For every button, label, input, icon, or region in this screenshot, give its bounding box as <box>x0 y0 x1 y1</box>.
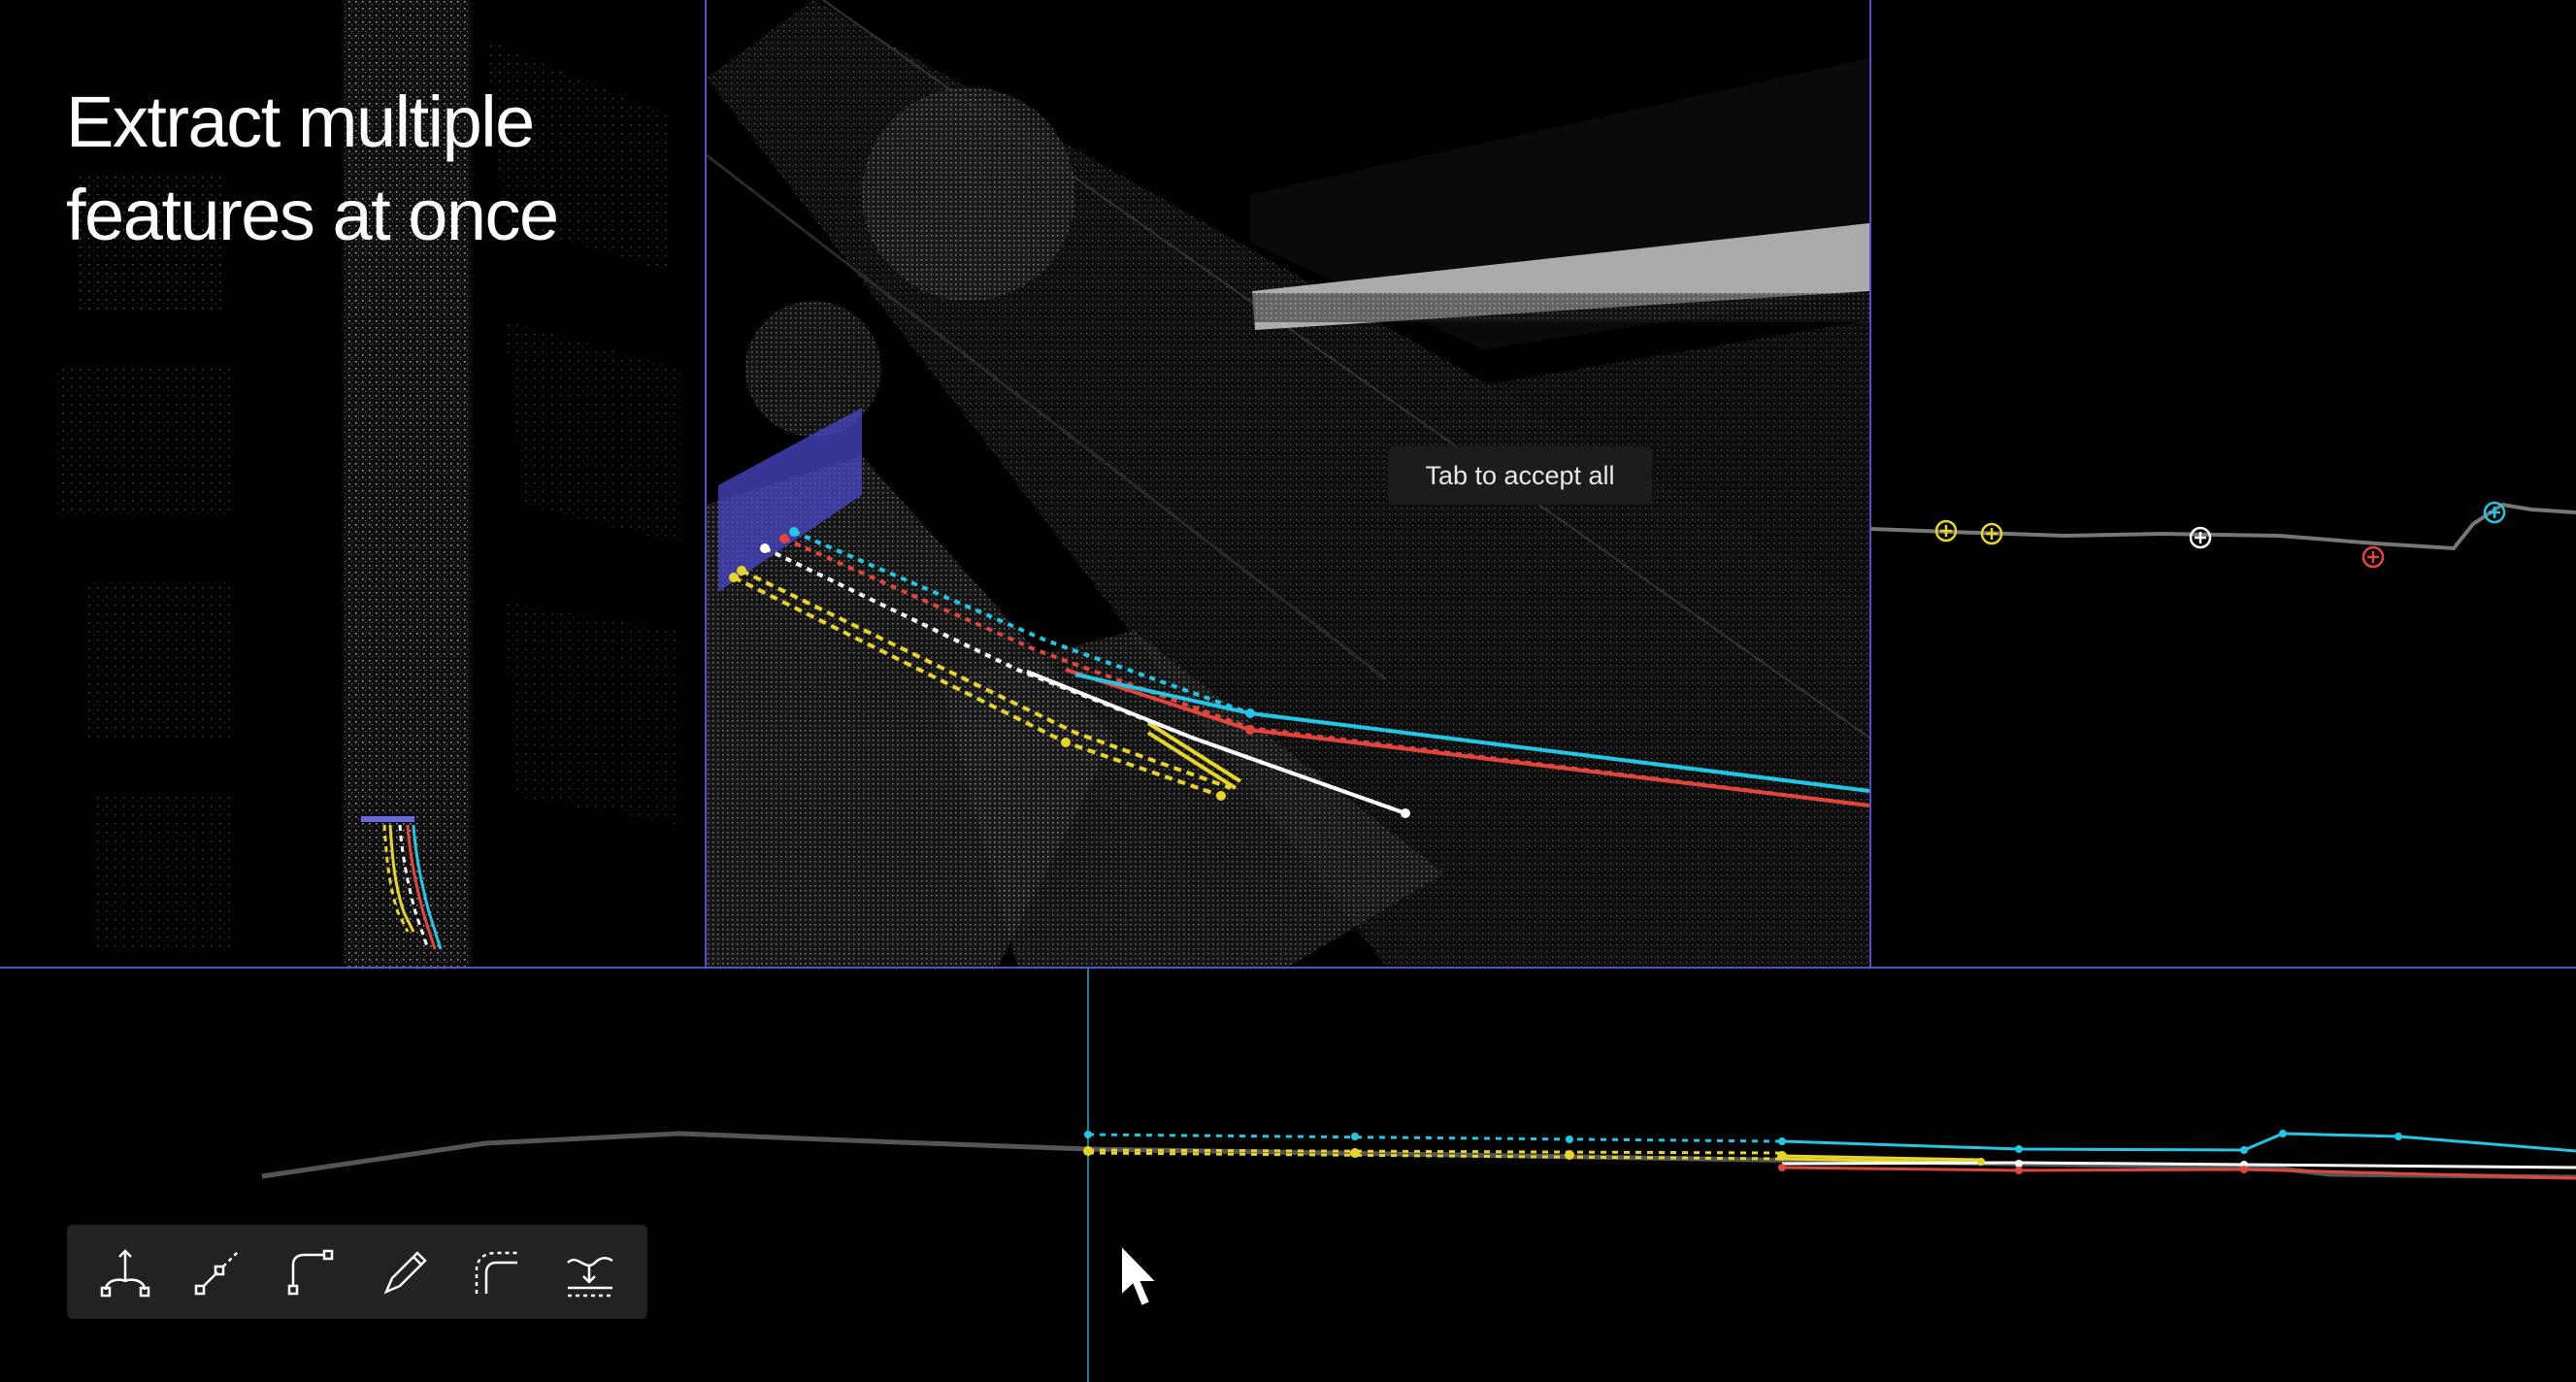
headline-line-1: Extract multiple <box>66 82 535 162</box>
perspective-view-pane[interactable]: Tab to accept all <box>707 0 1869 967</box>
dashed-segment-tool-icon <box>195 1249 241 1295</box>
drape-to-surface-tool-button[interactable] <box>550 1234 628 1311</box>
headline-line-2: features at once <box>66 175 559 255</box>
pen-tool-icon <box>383 1250 427 1294</box>
drawing-toolbar <box>67 1225 647 1319</box>
pen-tool-button[interactable] <box>365 1234 443 1311</box>
accept-all-tooltip: Tab to accept all <box>1388 446 1652 505</box>
perspective-pointcloud <box>707 0 1869 967</box>
mouse-cursor-icon <box>1118 1242 1161 1315</box>
cross-section-plot <box>1871 501 2576 569</box>
cross-section-pane[interactable] <box>1871 0 2576 967</box>
profile-view-pane[interactable] <box>0 969 2576 1382</box>
headline: Extract multiple features at once <box>66 76 559 262</box>
curve-offset-tool-button[interactable] <box>457 1234 535 1311</box>
curve-offset-tool-icon <box>476 1251 518 1294</box>
corner-segment-tool-icon <box>287 1249 334 1295</box>
drape-to-surface-tool-icon <box>567 1256 613 1297</box>
profile-plot <box>261 969 2576 1382</box>
corner-segment-tool-button[interactable] <box>272 1234 349 1311</box>
branch-tool-icon <box>100 1248 150 1297</box>
plan-view-pane[interactable]: Extract multiple features at once <box>0 0 705 967</box>
dashed-segment-tool-button[interactable] <box>179 1234 256 1311</box>
branch-tool-button[interactable] <box>86 1234 164 1311</box>
